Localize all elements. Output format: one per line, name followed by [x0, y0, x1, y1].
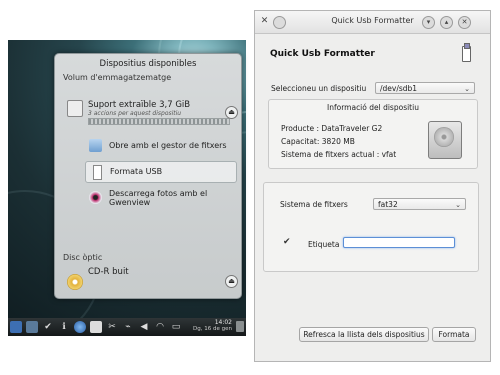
- popup-title: Dispositius disponibles: [99, 59, 197, 69]
- filesystem-select[interactable]: fat32 ⌄: [373, 198, 466, 210]
- eject-icon[interactable]: ⏏: [225, 106, 238, 119]
- gwenview-icon: [89, 191, 102, 204]
- fs-label: Sistema de fitxers: [280, 200, 348, 209]
- cd-icon: [67, 274, 83, 290]
- browser-icon[interactable]: [74, 321, 86, 333]
- product-text: Producte : DataTraveler G2: [281, 124, 383, 133]
- battery-icon[interactable]: ▭: [170, 321, 182, 333]
- action-format-usb[interactable]: Formata USB: [85, 161, 237, 183]
- folder-icon: [89, 139, 102, 152]
- cd-name[interactable]: CD-R buit: [88, 267, 129, 277]
- pager-icon[interactable]: ✔: [42, 321, 54, 333]
- desktop-icon[interactable]: [26, 321, 38, 333]
- action-download-photos[interactable]: Descarrega fotos amb el Gwenview: [85, 186, 235, 212]
- minimize-icon[interactable]: ▾: [422, 16, 435, 29]
- volume-icon[interactable]: ◀: [138, 321, 150, 333]
- action-label: Formata USB: [110, 167, 163, 176]
- storage-section-label: Volum d'emmagatzematge: [63, 73, 172, 82]
- taskbar: ✔ ℹ ✂ ⌁ ◀ ◠ ▭ 14:02 Dg, 16 de gen: [8, 318, 246, 336]
- klipper-icon[interactable]: ✂: [106, 321, 118, 333]
- wifi-icon[interactable]: ◠: [154, 321, 166, 333]
- action-label-line2: Gwenview: [109, 198, 151, 207]
- etiqueta-label: Etiqueta: [308, 240, 340, 249]
- device-name: Suport extraïble 3,7 GiB: [88, 100, 191, 110]
- etiqueta-input[interactable]: [343, 237, 455, 248]
- window-titlebar[interactable]: ✕ Quick Usb Formatter ▾ ▴ ✕: [255, 11, 490, 34]
- usb-format-icon: [93, 165, 102, 180]
- filesystem-text: Sistema de fitxers actual : vfat: [281, 150, 397, 159]
- close-icon[interactable]: ✕: [458, 16, 471, 29]
- maximize-icon[interactable]: ▴: [440, 16, 453, 29]
- panel-toolbox-icon[interactable]: [236, 321, 244, 332]
- action-open-file-manager[interactable]: Obre amb el gestor de fitxers: [85, 136, 235, 156]
- usb-drive-icon: [67, 100, 83, 117]
- usb-notifier-icon[interactable]: ⌁: [122, 321, 134, 333]
- action-label: Descarrega fotos amb el: [109, 189, 208, 198]
- capacity-text: Capacitat: 3820 MB: [281, 137, 355, 146]
- eject-icon[interactable]: ⏏: [225, 275, 238, 288]
- usb-stick-icon: [462, 43, 471, 62]
- filesystem-select-value: fat32: [378, 200, 398, 209]
- device-select[interactable]: /dev/sdb1 ⌄: [375, 82, 475, 94]
- hard-drive-icon: [428, 121, 462, 159]
- device-capacity-bar: [88, 118, 230, 125]
- device-select-value: /dev/sdb1: [380, 84, 418, 93]
- refresh-devices-button[interactable]: Refresca la llista dels dispositius: [299, 327, 429, 342]
- chevron-down-icon: ⌄: [464, 85, 470, 93]
- info-icon[interactable]: ℹ: [58, 321, 70, 333]
- device-notifier-popup: Dispositius disponibles Volum d'emmagatz…: [54, 53, 242, 299]
- label-checkbox[interactable]: ✔: [283, 238, 292, 247]
- app-heading: Quick Usb Formatter: [270, 49, 375, 59]
- format-options-box: [263, 182, 479, 272]
- format-button[interactable]: Formata: [432, 327, 476, 342]
- window-title: Quick Usb Formatter: [331, 16, 414, 25]
- kickoff-menu-icon[interactable]: [10, 321, 22, 333]
- select-device-label: Seleccioneu un dispositiu: [271, 84, 367, 93]
- optical-section-label: Disc òptic: [63, 253, 103, 262]
- device-info-title: Informació del dispositiu: [327, 103, 419, 112]
- clock-date: Dg, 16 de gen: [193, 326, 232, 332]
- action-label: Obre amb el gestor de fitxers: [109, 141, 227, 150]
- mail-icon[interactable]: [90, 321, 102, 333]
- device-subtitle: 3 accions per aquest dispositiu: [88, 110, 182, 117]
- chevron-down-icon: ⌄: [455, 201, 461, 209]
